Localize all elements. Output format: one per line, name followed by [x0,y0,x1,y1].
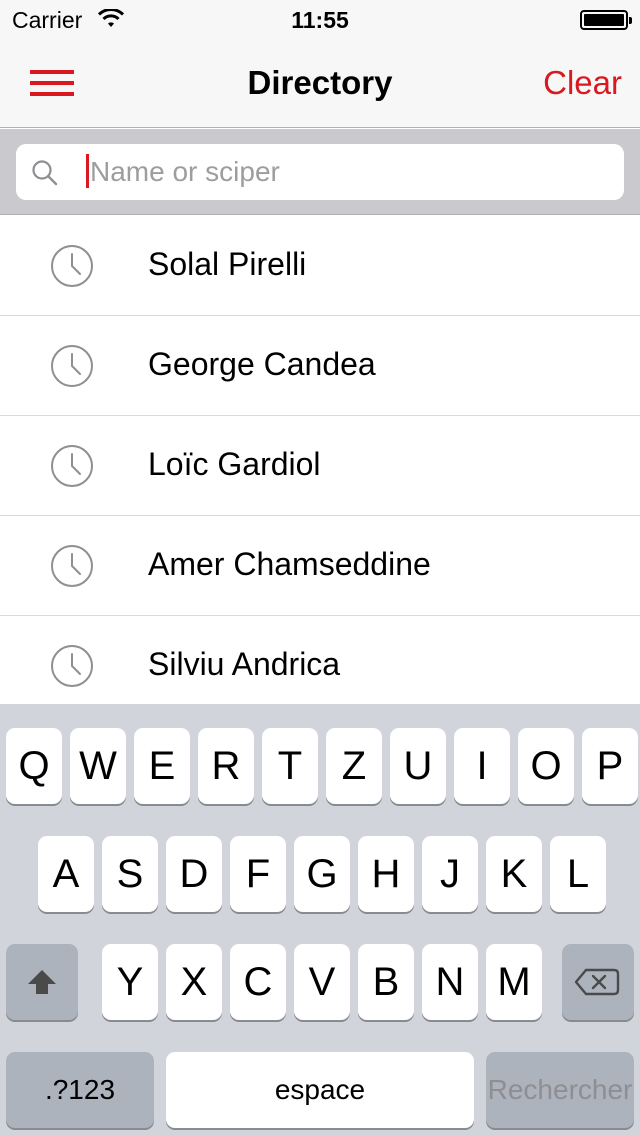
key-u[interactable]: U [390,728,446,804]
shift-arrow-icon [28,970,56,994]
key-c[interactable]: C [230,944,286,1020]
search-input[interactable] [90,152,610,192]
key-n[interactable]: N [422,944,478,1020]
battery-icon [580,10,632,30]
shift-key[interactable] [6,944,78,1020]
key-f[interactable]: F [230,836,286,912]
key-q[interactable]: Q [6,728,62,804]
text-cursor [86,154,89,188]
list-item[interactable]: Amer Chamseddine [0,516,640,616]
search-icon [32,160,58,186]
key-b[interactable]: B [358,944,414,1020]
recent-searches-list: Solal Pirelli George Candea Loïc Gardiol… [0,216,640,716]
search-bar [0,129,640,215]
backspace-icon [574,968,620,996]
clock-icon [51,445,93,487]
key-s[interactable]: S [102,836,158,912]
key-j[interactable]: J [422,836,478,912]
list-item-name: Loïc Gardiol [148,446,321,482]
clock-icon [51,645,93,687]
key-y[interactable]: Y [102,944,158,1020]
key-i[interactable]: I [454,728,510,804]
clock-icon [51,245,93,287]
clear-button[interactable]: Clear [543,64,622,102]
search-field[interactable] [16,144,624,200]
space-key[interactable]: espace [166,1052,474,1128]
key-z[interactable]: Z [326,728,382,804]
list-item[interactable]: George Candea [0,316,640,416]
key-m[interactable]: M [486,944,542,1020]
clock-icon [51,345,93,387]
status-time: 11:55 [291,7,349,33]
key-t[interactable]: T [262,728,318,804]
list-item[interactable]: Loïc Gardiol [0,416,640,516]
list-item[interactable]: Solal Pirelli [0,216,640,316]
key-h[interactable]: H [358,836,414,912]
status-bar: Carrier 11:55 [0,0,640,40]
key-d[interactable]: D [166,836,222,912]
search-key[interactable]: Rechercher [486,1052,634,1128]
key-p[interactable]: P [582,728,638,804]
key-o[interactable]: O [518,728,574,804]
delete-key[interactable] [562,944,634,1020]
key-g[interactable]: G [294,836,350,912]
numbers-key[interactable]: .?123 [6,1052,154,1128]
key-e[interactable]: E [134,728,190,804]
list-item-name: Amer Chamseddine [148,546,431,582]
on-screen-keyboard: Q W E R T Z U I O P A S D F G H J K L Y … [0,704,640,1136]
navigation-bar: Directory Clear [0,40,640,128]
list-item-name: Silviu Andrica [148,646,341,682]
key-v[interactable]: V [294,944,350,1020]
list-item-name: George Candea [148,346,376,382]
key-l[interactable]: L [550,836,606,912]
key-r[interactable]: R [198,728,254,804]
list-item[interactable]: Silviu Andrica [0,616,640,716]
key-k[interactable]: K [486,836,542,912]
key-x[interactable]: X [166,944,222,1020]
list-item-name: Solal Pirelli [148,246,307,282]
key-a[interactable]: A [38,836,94,912]
clock-icon [51,545,93,587]
key-w[interactable]: W [70,728,126,804]
